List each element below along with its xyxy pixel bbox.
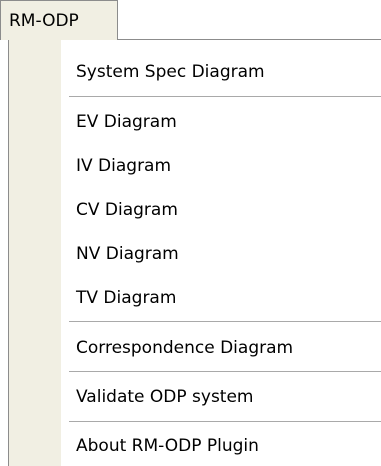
menu-item-tv-diagram[interactable]: TV Diagram (61, 284, 381, 312)
rm-odp-dropdown-menu: System Spec Diagram EV Diagram IV Diagra… (8, 39, 381, 466)
menu-item-ev-diagram[interactable]: EV Diagram (61, 108, 381, 136)
menu-separator (69, 371, 381, 372)
menu-separator (69, 321, 381, 322)
menu-separator (69, 421, 381, 422)
menu-item-cv-diagram[interactable]: CV Diagram (61, 196, 381, 224)
menu-item-iv-diagram[interactable]: IV Diagram (61, 152, 381, 180)
menubar-rm-odp[interactable]: RM-ODP (0, 0, 118, 40)
menu-separator (69, 96, 381, 97)
menu-item-about-rm-odp-plugin[interactable]: About RM-ODP Plugin (61, 432, 381, 460)
menu-icon-gutter (9, 40, 61, 466)
menu-item-validate-odp-system[interactable]: Validate ODP system (61, 383, 381, 411)
menu-item-system-spec-diagram[interactable]: System Spec Diagram (61, 58, 381, 86)
menu-item-nv-diagram[interactable]: NV Diagram (61, 240, 381, 268)
menu-item-correspondence-diagram[interactable]: Correspondence Diagram (61, 334, 381, 362)
rm-odp-menu-screen: RM-ODP System Spec Diagram EV Diagram IV… (0, 0, 381, 466)
